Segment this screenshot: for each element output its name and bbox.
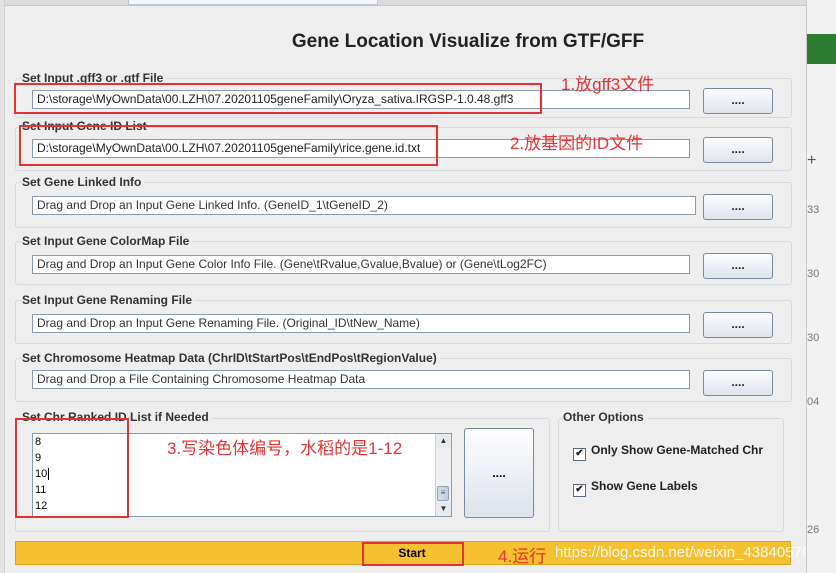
heatmap-browse-button[interactable]: .... [703, 370, 773, 396]
background-number: 33 [807, 204, 820, 216]
watermark-text: https://blog.csdn.net/weixin_43840576 [555, 544, 811, 561]
window-left-edge [0, 0, 5, 573]
annotation-box-chrlist [15, 418, 129, 518]
annotation-box-start [362, 542, 464, 566]
annotation-box-geneid [19, 125, 438, 166]
options-label: Other Options [563, 410, 647, 424]
linked-browse-button[interactable]: .... [703, 194, 773, 220]
annotation-box-gff [14, 83, 542, 114]
only-matched-option[interactable]: ✔ Only Show Gene-Matched Chr [573, 443, 763, 461]
heatmap-drop-field[interactable]: Drag and Drop a File Containing Chromoso… [32, 370, 690, 389]
heatmap-label: Set Chromosome Heatmap Data (ChrID\tStar… [22, 351, 440, 365]
chrlist-browse-button[interactable]: .... [464, 428, 534, 518]
show-labels-checkbox[interactable]: ✔ [573, 484, 586, 497]
annotation-4: 4.运行 [498, 547, 547, 566]
scroll-up-icon[interactable]: ▲ [436, 434, 451, 448]
geneid-browse-button[interactable]: .... [703, 137, 773, 163]
show-labels-label: Show Gene Labels [591, 479, 698, 493]
only-matched-label: Only Show Gene-Matched Chr [591, 443, 764, 457]
linked-label: Set Gene Linked Info [22, 175, 145, 189]
background-number: 30 [807, 332, 820, 344]
plus-icon: + [807, 152, 817, 169]
background-number: 30 [807, 268, 820, 280]
linked-drop-field[interactable]: Drag and Drop an Input Gene Linked Info.… [32, 196, 696, 215]
background-number: 04 [807, 396, 820, 408]
scroll-thumb[interactable]: ≡ [437, 486, 449, 501]
annotation-2: 2.放基因的ID文件 [510, 134, 644, 153]
show-labels-option[interactable]: ✔ Show Gene Labels [573, 479, 698, 497]
colormap-browse-button[interactable]: .... [703, 253, 773, 279]
app-window: Gene Location Visualize from GTF/GFF Set… [0, 0, 810, 573]
only-matched-checkbox[interactable]: ✔ [573, 448, 586, 461]
renaming-label: Set Input Gene Renaming File [22, 293, 196, 307]
colormap-drop-field[interactable]: Drag and Drop an Input Gene Color Info F… [32, 255, 690, 274]
background-green-bar [807, 34, 836, 64]
options-group [558, 418, 784, 532]
background-number: 26 [807, 524, 820, 536]
gff-browse-button[interactable]: .... [703, 88, 773, 114]
vertical-scrollbar[interactable]: ▲ ≡ ▼ [435, 434, 451, 516]
scroll-down-icon[interactable]: ▼ [436, 502, 451, 516]
renaming-browse-button[interactable]: .... [703, 312, 773, 338]
renaming-drop-field[interactable]: Drag and Drop an Input Gene Renaming Fil… [32, 314, 690, 333]
colormap-label: Set Input Gene ColorMap File [22, 234, 193, 248]
annotation-3: 3.写染色体编号，水稻的是1-12 [167, 439, 403, 458]
page-title: Gene Location Visualize from GTF/GFF [291, 31, 645, 52]
tab-strip [0, 0, 806, 6]
annotation-1: 1.放gff3文件 [561, 75, 655, 94]
active-tab[interactable] [128, 0, 378, 5]
background-window: + 33 30 30 04 26 [806, 0, 836, 573]
